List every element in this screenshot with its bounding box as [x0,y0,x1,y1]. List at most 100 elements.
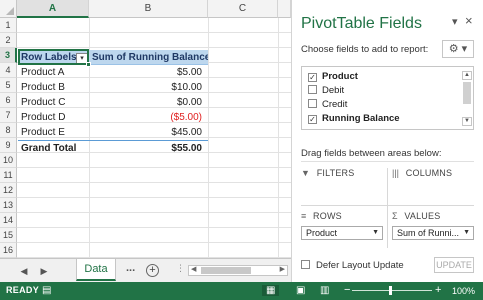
drag-fields-label: Drag fields between areas below: [301,148,442,159]
filters-label: FILTERS [316,168,355,178]
field-checkbox[interactable] [308,85,317,94]
values-field-sum-running-balance[interactable]: Sum of Runni... ▼ [392,226,474,240]
fill-handle[interactable] [86,62,91,67]
pivot-values-header[interactable]: Sum of Running Balance [89,50,208,65]
field-debit[interactable]: Debit [308,85,344,97]
normal-view-icon[interactable]: ▦ [262,285,280,296]
tab-splitter[interactable]: ⋮ [176,263,185,274]
select-all-corner[interactable] [0,0,17,18]
field-checkbox[interactable] [308,99,317,108]
row-header[interactable]: 4 [0,63,17,78]
horizontal-scrollbar[interactable]: ◀ ▶ [188,265,288,276]
field-credit[interactable]: Credit [308,99,347,111]
zoom-out-icon[interactable]: − [344,284,350,296]
grand-total-value[interactable]: $55.00 [89,140,208,155]
pivot-row-value[interactable]: $45.00 [89,125,208,140]
scroll-tabs-right-icon[interactable]: ▶ [38,266,50,277]
rows-field-product[interactable]: Product ▼ [301,226,383,240]
row-header[interactable]: 3 [0,48,17,63]
sheet-tab-data[interactable]: Data [76,259,116,281]
pivot-row-label[interactable]: Product B [18,80,89,95]
pivot-row-value[interactable]: $0.00 [89,95,208,110]
grid-row [17,18,291,33]
grid-row [17,198,291,213]
row-header[interactable]: 9 [0,138,17,153]
page-layout-view-icon[interactable]: ▣ [296,285,305,296]
grid-row [17,168,291,183]
new-sheet-icon[interactable]: + [146,264,159,277]
row-header[interactable]: 5 [0,78,17,93]
filters-area[interactable]: ▼ FILTERS [301,168,385,202]
pivot-row-label[interactable]: Product C [18,95,89,110]
page-break-preview-icon[interactable]: ▥ [320,285,329,296]
filter-icon: ▼ [301,168,310,178]
row-header[interactable]: 16 [0,243,17,258]
row-header[interactable]: 8 [0,123,17,138]
more-sheets-button[interactable]: ... [126,262,135,274]
grid-row [17,213,291,228]
column-header-b[interactable]: B [89,0,208,18]
row-header[interactable]: 7 [0,108,17,123]
chevron-down-icon[interactable]: ▼ [372,227,379,239]
defer-layout-update[interactable]: Defer Layout Update [301,260,404,271]
pane-title: PivotTable Fields [301,15,422,32]
macro-record-icon[interactable]: ▤ [42,285,51,296]
column-header-d[interactable] [278,0,291,18]
pivot-row-label[interactable]: Product E [18,125,89,140]
scroll-down-icon[interactable]: ▼ [462,117,472,126]
column-header-a[interactable]: A [17,0,89,18]
row-header[interactable]: 13 [0,198,17,213]
field-running-balance[interactable]: ✓ Running Balance [308,113,400,125]
row-header[interactable]: 2 [0,33,17,48]
pivottable-fields-pane: PivotTable Fields ▾ × Choose fields to a… [291,0,483,282]
chevron-down-icon[interactable]: ▼ [463,227,470,239]
spreadsheet-grid[interactable]: A B C 1 2 3 4 5 6 7 8 9 10 11 12 13 14 15 16 Row Labels… [0,0,291,258]
field-label: Credit [322,99,348,110]
scroll-right-icon[interactable]: ▶ [280,265,285,273]
defer-label: Defer Layout Update [316,260,404,271]
zoom-slider[interactable] [352,290,432,291]
row-header[interactable]: 12 [0,183,17,198]
defer-checkbox[interactable] [301,260,310,269]
row-header[interactable]: 1 [0,18,17,33]
pane-options-dropdown-icon[interactable]: ▾ [452,15,458,28]
row-header[interactable]: 10 [0,153,17,168]
rows-field-label: Product [306,228,338,238]
close-icon[interactable]: × [465,13,473,28]
field-list-scrollbar[interactable]: ▲ ▼ [462,71,473,127]
zoom-slider-thumb[interactable] [389,286,392,295]
field-list: ✓ Product Debit Credit ✓ Running Balance ▲… [301,66,474,130]
scroll-up-icon[interactable]: ▲ [462,71,472,80]
column-header-c[interactable]: C [208,0,278,18]
row-header[interactable]: 15 [0,228,17,243]
grand-total-label[interactable]: Grand Total [18,140,89,155]
scroll-left-icon[interactable]: ◀ [191,265,196,273]
row-header[interactable]: 14 [0,213,17,228]
pivot-row-label[interactable]: Product D [18,110,89,125]
pivot-row-value[interactable]: $5.00 [89,65,208,80]
pivot-row-value[interactable]: $10.00 [89,80,208,95]
horizontal-scroll-thumb[interactable] [201,267,251,274]
pivot-row-value-negative[interactable]: ($5.00) [89,110,208,125]
zoom-percent[interactable]: 100% [452,286,475,296]
row-header[interactable]: 11 [0,168,17,183]
field-checkbox[interactable]: ✓ [308,73,317,82]
rows-icon: ≡ [301,211,307,221]
row-header[interactable]: 6 [0,93,17,108]
grid-row [17,183,291,198]
field-product[interactable]: ✓ Product [308,71,358,83]
pivot-row-label[interactable]: Product A [18,65,89,80]
sheet-tab-bar: ◀ ▶ Data ... + ⋮ ◀ ▶ [0,258,291,282]
excel-window: A B C 1 2 3 4 5 6 7 8 9 10 11 12 13 14 15 16 Row Labels… [0,0,483,300]
update-button[interactable]: UPDATE [434,257,474,273]
field-checkbox[interactable]: ✓ [308,115,317,124]
columns-area[interactable]: ||| COLUMNS [392,168,474,202]
field-list-scroll-thumb[interactable] [463,82,471,104]
divider [301,205,474,206]
zoom-in-icon[interactable]: + [435,284,441,296]
scroll-tabs-left-icon[interactable]: ◀ [18,266,30,277]
divider [387,168,388,248]
columns-label: COLUMNS [405,168,453,178]
active-cell-selection [18,49,89,65]
gear-icon[interactable]: ⚙ ▾ [442,40,474,58]
